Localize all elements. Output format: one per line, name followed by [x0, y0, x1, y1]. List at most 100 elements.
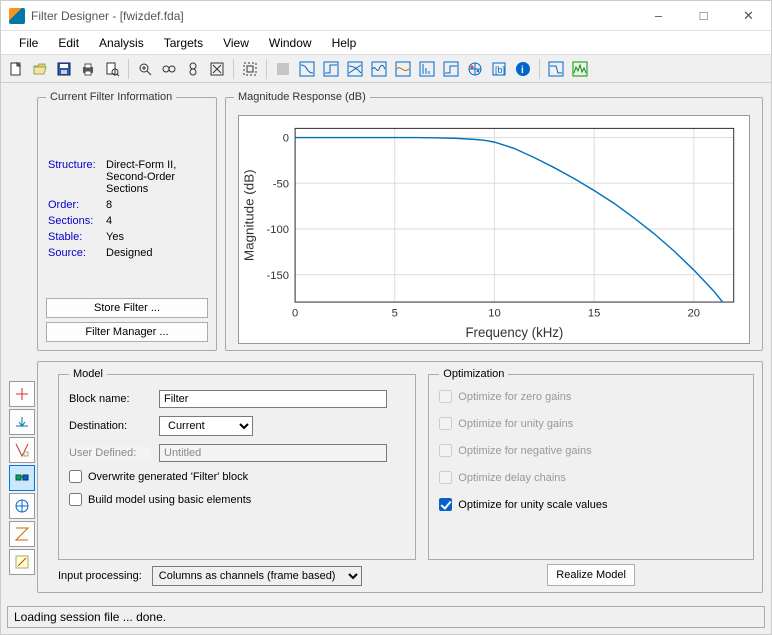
opt-zero-label: Optimize for zero gains — [458, 391, 571, 403]
destination-select[interactable]: Current — [159, 416, 253, 436]
maximize-button[interactable]: □ — [681, 1, 726, 31]
opt-delay-checkbox — [439, 471, 452, 484]
menu-help[interactable]: Help — [322, 33, 367, 53]
opt-delay-label: Optimize delay chains — [458, 472, 566, 484]
svg-text:[b]: [b] — [495, 65, 505, 75]
set-quantization-tool[interactable] — [9, 493, 35, 519]
inputproc-label: Input processing: — [58, 570, 142, 582]
filter-specs-icon — [272, 58, 294, 80]
inputproc-select[interactable]: Columns as channels (frame based) — [152, 566, 362, 586]
destination-label: Destination: — [69, 420, 151, 432]
open-icon[interactable] — [29, 58, 51, 80]
magnitude-response-panel: Magnitude Response (dB) 051015200-50-100… — [225, 91, 763, 351]
store-filter-button[interactable]: Store Filter ... — [46, 298, 208, 318]
transform-tool[interactable] — [9, 549, 35, 575]
svg-text:0: 0 — [283, 133, 289, 145]
svg-text:-50: -50 — [273, 178, 289, 190]
svg-text:20: 20 — [688, 307, 700, 319]
cfi-source-key: Source: — [46, 245, 104, 261]
svg-text:Frequency (kHz): Frequency (kHz) — [465, 325, 563, 340]
zoom-y-icon[interactable] — [182, 58, 204, 80]
model-title: Model — [69, 368, 107, 380]
close-button[interactable]: ✕ — [726, 1, 771, 31]
full-view-icon[interactable] — [239, 58, 261, 80]
coeffs-icon[interactable]: [b] — [488, 58, 510, 80]
minimize-button[interactable]: – — [636, 1, 681, 31]
realize-model-tool[interactable] — [9, 465, 35, 491]
basic-elements-checkbox[interactable] — [69, 493, 82, 506]
svg-text:-100: -100 — [267, 224, 289, 236]
basic-elements-label: Build model using basic elements — [88, 494, 251, 506]
menu-edit[interactable]: Edit — [48, 33, 89, 53]
cfi-title: Current Filter Information — [46, 91, 176, 103]
magresp-title: Magnitude Response (dB) — [234, 91, 370, 103]
block-name-input[interactable] — [159, 390, 387, 408]
opt-scale-checkbox[interactable] — [439, 498, 452, 511]
design-filter-tool[interactable] — [9, 381, 35, 407]
phase-resp-icon[interactable] — [320, 58, 342, 80]
print-preview-icon[interactable] — [101, 58, 123, 80]
zoom-x-icon[interactable] — [158, 58, 180, 80]
save-icon[interactable] — [53, 58, 75, 80]
svg-text:5: 5 — [392, 307, 398, 319]
svg-text:Magnitude (dB): Magnitude (dB) — [241, 169, 256, 261]
pole-zero-editor-tool[interactable] — [9, 437, 35, 463]
menu-analysis[interactable]: Analysis — [89, 33, 154, 53]
opt-neg-checkbox — [439, 444, 452, 457]
menu-window[interactable]: Window — [259, 33, 322, 53]
pole-zero-icon[interactable] — [464, 58, 486, 80]
mag-phase-icon[interactable] — [344, 58, 366, 80]
multirate-tool[interactable] — [9, 521, 35, 547]
overwrite-checkbox[interactable] — [69, 470, 82, 483]
cfi-stable-key: Stable: — [46, 229, 104, 245]
main-area: Current Filter Information Structure: Di… — [1, 83, 771, 600]
svg-text:10: 10 — [488, 307, 500, 319]
new-icon[interactable] — [5, 58, 27, 80]
magnitude-plot[interactable]: 051015200-50-100-150Frequency (kHz)Magni… — [238, 115, 750, 344]
realize-model-button[interactable]: Realize Model — [547, 564, 635, 586]
cfi-order-val: 8 — [104, 197, 208, 213]
opt-scale-label: Optimize for unity scale values — [458, 499, 607, 511]
current-filter-info-panel: Current Filter Information Structure: Di… — [37, 91, 217, 351]
info-icon[interactable]: i — [512, 58, 534, 80]
svg-text:15: 15 — [588, 307, 600, 319]
step-resp-icon[interactable] — [440, 58, 462, 80]
noise-icon[interactable] — [569, 58, 591, 80]
window-title: Filter Designer - [fwizdef.fda] — [31, 9, 636, 23]
group-delay-icon[interactable] — [368, 58, 390, 80]
svg-text:i: i — [521, 65, 524, 76]
magspec-icon[interactable] — [545, 58, 567, 80]
restore-view-icon[interactable] — [206, 58, 228, 80]
cfi-source-val: Designed — [104, 245, 208, 261]
print-icon[interactable] — [77, 58, 99, 80]
menu-file[interactable]: File — [9, 33, 48, 53]
status-bar: Loading session file ... done. — [7, 606, 765, 628]
app-icon — [9, 8, 25, 24]
opt-neg-label: Optimize for negative gains — [458, 445, 591, 457]
impulse-resp-icon[interactable] — [416, 58, 438, 80]
menubar: File Edit Analysis Targets View Window H… — [1, 31, 771, 55]
opt-zero-checkbox — [439, 390, 452, 403]
lower-panel: Model Block name: Destination: Current U… — [37, 361, 763, 593]
status-text: Loading session file ... done. — [14, 610, 166, 624]
phase-delay-icon[interactable] — [392, 58, 414, 80]
zoom-in-icon[interactable] — [134, 58, 156, 80]
mag-resp-icon[interactable] — [296, 58, 318, 80]
menu-targets[interactable]: Targets — [154, 33, 213, 53]
menu-view[interactable]: View — [213, 33, 259, 53]
cfi-order-key: Order: — [46, 197, 104, 213]
overwrite-label: Overwrite generated 'Filter' block — [88, 471, 248, 483]
opt-unity-label: Optimize for unity gains — [458, 418, 573, 430]
userdef-input — [159, 444, 387, 462]
cfi-stable-val: Yes — [104, 229, 208, 245]
titlebar: Filter Designer - [fwizdef.fda] – □ ✕ — [1, 1, 771, 31]
optimization-panel: Optimization Optimize for zero gains Opt… — [428, 368, 754, 560]
opt-title: Optimization — [439, 368, 508, 380]
userdef-label: User Defined: — [69, 447, 151, 459]
import-filter-tool[interactable] — [9, 409, 35, 435]
filter-manager-button[interactable]: Filter Manager ... — [46, 322, 208, 342]
block-name-label: Block name: — [69, 393, 151, 405]
cfi-sections-val: 4 — [104, 213, 208, 229]
cfi-structure-val: Direct-Form II, Second-Order Sections — [104, 157, 208, 197]
cfi-structure-key: Structure: — [46, 157, 104, 197]
